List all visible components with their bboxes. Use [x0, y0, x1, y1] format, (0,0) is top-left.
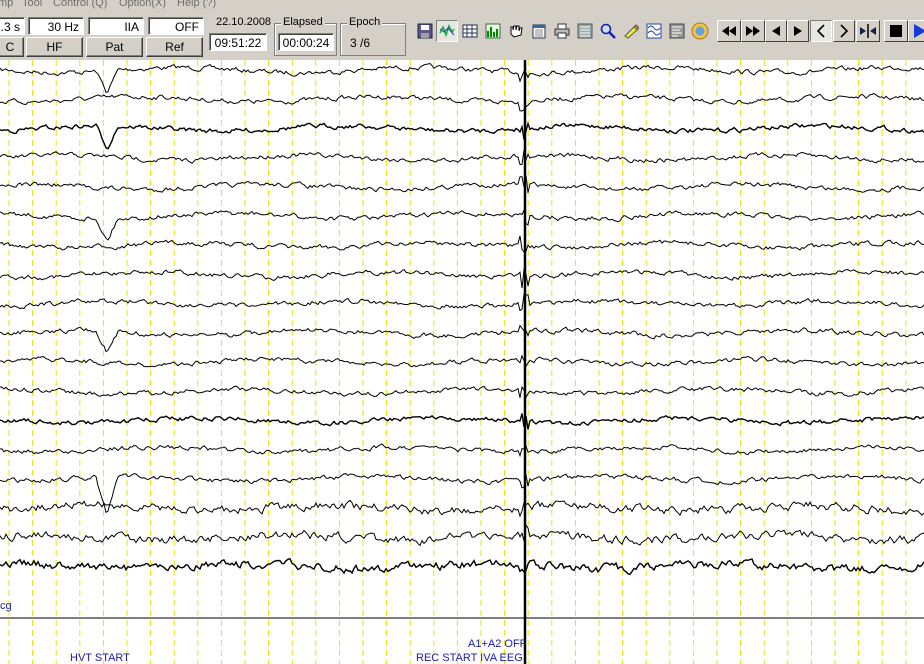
prev-page-icon[interactable] — [810, 20, 832, 42]
filter-icon[interactable] — [643, 20, 665, 42]
menu-item-tool[interactable]: Tool — [22, 0, 42, 9]
eeg-channel-trace — [0, 499, 924, 518]
c-button[interactable]: C — [0, 37, 24, 57]
save-icon[interactable] — [414, 20, 436, 42]
eeg-channel-trace — [0, 354, 924, 368]
eeg-channel-trace — [0, 121, 924, 150]
event-label-rec-start: REC START IVA EEG — [416, 652, 523, 664]
stop-icon[interactable] — [884, 20, 908, 42]
calendar-icon[interactable] — [528, 20, 550, 42]
export-icon[interactable] — [666, 20, 688, 42]
ref-button[interactable]: Ref — [146, 37, 203, 57]
recording-date: 22.10.2008 — [216, 16, 272, 28]
grid-icon[interactable] — [459, 20, 481, 42]
eeg-channel-trace — [0, 62, 924, 94]
menu-item-option[interactable]: Option(X) — [119, 0, 166, 9]
eeg-channel-trace — [0, 208, 924, 241]
eeg-channel-trace — [0, 443, 924, 458]
menu-item-control[interactable]: Control (Q) — [53, 0, 107, 9]
play-icon[interactable] — [908, 20, 924, 42]
eeg-channel-trace — [0, 413, 924, 430]
toolbar: .3 s 30 Hz IIA OFF C HF Pat Ref 22.10.20… — [0, 12, 924, 60]
event-label-a1a2-off: A1+A2 OFF — [468, 638, 527, 650]
hf-button[interactable]: HF — [26, 37, 83, 57]
event-label-hvt-start: HVT START — [70, 652, 130, 664]
eeg-channel-trace — [0, 293, 924, 312]
eeg-channel-trace — [0, 473, 924, 514]
elapsed-title: Elapsed — [281, 16, 325, 28]
pat-button[interactable]: Pat — [86, 37, 143, 57]
elapsed-value: 00:00:24 — [278, 33, 334, 51]
eeg-channel-trace — [0, 235, 924, 253]
notch-field[interactable]: OFF — [148, 17, 204, 35]
globe-icon[interactable] — [689, 20, 711, 42]
step-back-icon[interactable] — [765, 20, 787, 42]
menu-item-comp[interactable]: mp — [0, 0, 13, 9]
eeg-channel-trace — [0, 523, 924, 547]
eeg-channel-trace — [0, 149, 924, 166]
split-cursor-icon[interactable] — [856, 20, 880, 42]
timebase-field[interactable]: .3 s — [0, 17, 25, 35]
lowpass-filter-field[interactable]: 30 Hz — [28, 17, 84, 35]
eeg-waveforms — [0, 60, 924, 664]
montage-field[interactable]: IIA — [88, 17, 144, 35]
hand-icon[interactable] — [505, 20, 527, 42]
eeg-channel-trace — [0, 175, 924, 193]
eeg-channel-trace — [0, 324, 924, 353]
magnifier-icon[interactable] — [597, 20, 619, 42]
fast-backward-icon[interactable] — [717, 20, 741, 42]
spectrum-icon[interactable] — [482, 20, 504, 42]
menu-item-help[interactable]: Help (?) — [177, 0, 216, 9]
step-forward-icon[interactable] — [787, 20, 809, 42]
print-icon[interactable] — [551, 20, 573, 42]
eeg-channel-trace — [0, 557, 924, 576]
waveform-icon[interactable] — [436, 20, 458, 42]
channel-label-ecg: cg — [0, 600, 12, 612]
fast-forward-icon[interactable] — [741, 20, 765, 42]
epoch-title: Epoch — [347, 16, 383, 28]
marker-icon[interactable] — [620, 20, 642, 42]
eeg-channel-trace — [0, 93, 924, 112]
menu-bar: mp Tool Control (Q) Option(X) Help (?) — [0, 0, 924, 12]
next-page-icon[interactable] — [833, 20, 855, 42]
epoch-group: Epoch 3 /6 — [340, 17, 406, 56]
clock-time: 09:51:22 — [209, 33, 267, 51]
eeg-channel-trace — [0, 385, 924, 399]
eeg-channel-trace — [0, 267, 924, 289]
epoch-value: 3 /6 — [350, 36, 371, 50]
montage-icon[interactable] — [574, 20, 596, 42]
eeg-trace-area[interactable]: cg A1+A2 OFF HVT START REC START IVA EEG — [0, 60, 924, 664]
